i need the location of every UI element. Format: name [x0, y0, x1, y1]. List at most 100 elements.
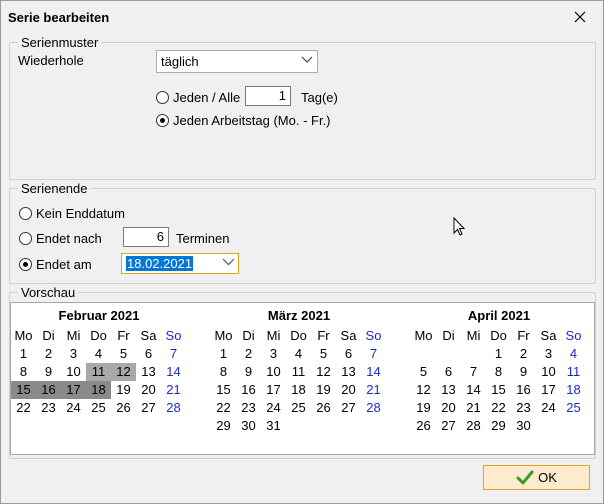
calendar-day[interactable]: 13	[436, 381, 461, 399]
calendar-day[interactable]: 1	[211, 345, 236, 363]
calendar-day[interactable]: 28	[361, 399, 386, 417]
calendar-day[interactable]: 13	[336, 363, 361, 381]
calendar-day[interactable]: 11	[561, 363, 586, 381]
calendar-day[interactable]: 4	[286, 345, 311, 363]
every-n-days-radio[interactable]: Jeden / Alle	[156, 90, 240, 105]
calendar-day[interactable]: 23	[511, 399, 536, 417]
calendar-day[interactable]: 20	[436, 399, 461, 417]
calendar-day[interactable]: 18	[86, 381, 111, 399]
calendar-day[interactable]: 1	[11, 345, 36, 363]
calendar-day[interactable]: 3	[61, 345, 86, 363]
calendar-day[interactable]: 20	[136, 381, 161, 399]
calendar-day[interactable]: 17	[61, 381, 86, 399]
calendar-day[interactable]: 26	[311, 399, 336, 417]
calendar-day[interactable]: 12	[111, 363, 136, 381]
calendar-day[interactable]: 10	[61, 363, 86, 381]
calendar-day[interactable]: 24	[261, 399, 286, 417]
calendar-day[interactable]: 21	[461, 399, 486, 417]
calendar-day[interactable]: 7	[161, 345, 186, 363]
calendar-day[interactable]: 21	[161, 381, 186, 399]
calendar-day[interactable]: 27	[136, 399, 161, 417]
calendar-day[interactable]: 5	[311, 345, 336, 363]
calendar-day[interactable]: 22	[11, 399, 36, 417]
every-n-days-input[interactable]: 1	[245, 86, 291, 106]
calendar-day[interactable]: 11	[86, 363, 111, 381]
calendar-day[interactable]: 19	[111, 381, 136, 399]
calendar-day[interactable]: 14	[361, 363, 386, 381]
calendar-day[interactable]: 17	[261, 381, 286, 399]
calendar-day[interactable]: 8	[486, 363, 511, 381]
calendar-day[interactable]: 15	[211, 381, 236, 399]
calendar-day[interactable]: 27	[436, 417, 461, 435]
calendar-day[interactable]: 16	[511, 381, 536, 399]
calendar-day[interactable]: 9	[236, 363, 261, 381]
calendar-day[interactable]: 16	[236, 381, 261, 399]
calendar-day[interactable]: 12	[311, 363, 336, 381]
every-workday-radio[interactable]: Jeden Arbeitstag (Mo. - Fr.)	[156, 113, 331, 128]
calendar-day[interactable]: 7	[361, 345, 386, 363]
calendar-day[interactable]: 16	[36, 381, 61, 399]
calendar-day[interactable]: 31	[261, 417, 286, 435]
calendar-day[interactable]: 13	[136, 363, 161, 381]
calendar-day[interactable]: 30	[511, 417, 536, 435]
calendar-day[interactable]: 9	[511, 363, 536, 381]
ok-button[interactable]: OK	[483, 465, 590, 490]
calendar-day[interactable]: 15	[486, 381, 511, 399]
calendar-day[interactable]: 23	[36, 399, 61, 417]
calendar-day[interactable]: 22	[211, 399, 236, 417]
end-on-radio[interactable]: Endet am	[19, 257, 92, 272]
calendar-day[interactable]: 10	[261, 363, 286, 381]
calendar-day[interactable]: 6	[336, 345, 361, 363]
calendar-day[interactable]: 24	[61, 399, 86, 417]
calendar-day[interactable]: 18	[286, 381, 311, 399]
calendar-day[interactable]: 25	[561, 399, 586, 417]
calendar-day[interactable]: 2	[36, 345, 61, 363]
calendar-day[interactable]: 19	[311, 381, 336, 399]
calendar-day[interactable]: 19	[411, 399, 436, 417]
calendar-day[interactable]: 24	[536, 399, 561, 417]
calendar-day[interactable]: 21	[361, 381, 386, 399]
calendar-day[interactable]: 8	[211, 363, 236, 381]
calendar-day[interactable]: 20	[336, 381, 361, 399]
calendar-day[interactable]: 27	[336, 399, 361, 417]
end-after-radio[interactable]: Endet nach	[19, 231, 102, 246]
calendar-day[interactable]: 25	[286, 399, 311, 417]
calendar-day[interactable]: 3	[261, 345, 286, 363]
end-after-input[interactable]: 6	[123, 227, 169, 247]
calendar-day[interactable]: 26	[111, 399, 136, 417]
calendar-day[interactable]: 2	[511, 345, 536, 363]
calendar-day[interactable]: 10	[536, 363, 561, 381]
calendar-day[interactable]: 11	[286, 363, 311, 381]
calendar-day[interactable]: 23	[236, 399, 261, 417]
close-button[interactable]	[557, 1, 603, 33]
calendar-day[interactable]: 17	[536, 381, 561, 399]
calendar-day[interactable]: 14	[461, 381, 486, 399]
no-end-date-radio[interactable]: Kein Enddatum	[19, 206, 125, 221]
calendar-day[interactable]: 18	[561, 381, 586, 399]
calendar-day[interactable]: 7	[461, 363, 486, 381]
calendar-day[interactable]: 6	[436, 363, 461, 381]
calendar-day[interactable]: 2	[236, 345, 261, 363]
calendar-day[interactable]: 5	[111, 345, 136, 363]
calendar-day[interactable]: 3	[536, 345, 561, 363]
calendar-day[interactable]: 28	[461, 417, 486, 435]
calendar-day[interactable]: 1	[486, 345, 511, 363]
end-date-picker[interactable]: 18.02.2021	[121, 253, 239, 274]
calendar-day[interactable]: 29	[486, 417, 511, 435]
calendar-day[interactable]: 26	[411, 417, 436, 435]
calendar-day[interactable]: 29	[211, 417, 236, 435]
calendar-day[interactable]: 6	[136, 345, 161, 363]
calendar-day[interactable]: 12	[411, 381, 436, 399]
calendar-day[interactable]: 8	[11, 363, 36, 381]
calendar-day[interactable]: 15	[11, 381, 36, 399]
calendar-day[interactable]: 28	[161, 399, 186, 417]
calendar-day[interactable]: 22	[486, 399, 511, 417]
calendar-day[interactable]: 30	[236, 417, 261, 435]
calendar-day[interactable]: 9	[36, 363, 61, 381]
calendar-day[interactable]: 4	[86, 345, 111, 363]
calendar-day[interactable]: 5	[411, 363, 436, 381]
repeat-select[interactable]: täglich	[156, 50, 318, 73]
calendar-day[interactable]: 14	[161, 363, 186, 381]
calendar-day[interactable]: 4	[561, 345, 586, 363]
calendar-day[interactable]: 25	[86, 399, 111, 417]
